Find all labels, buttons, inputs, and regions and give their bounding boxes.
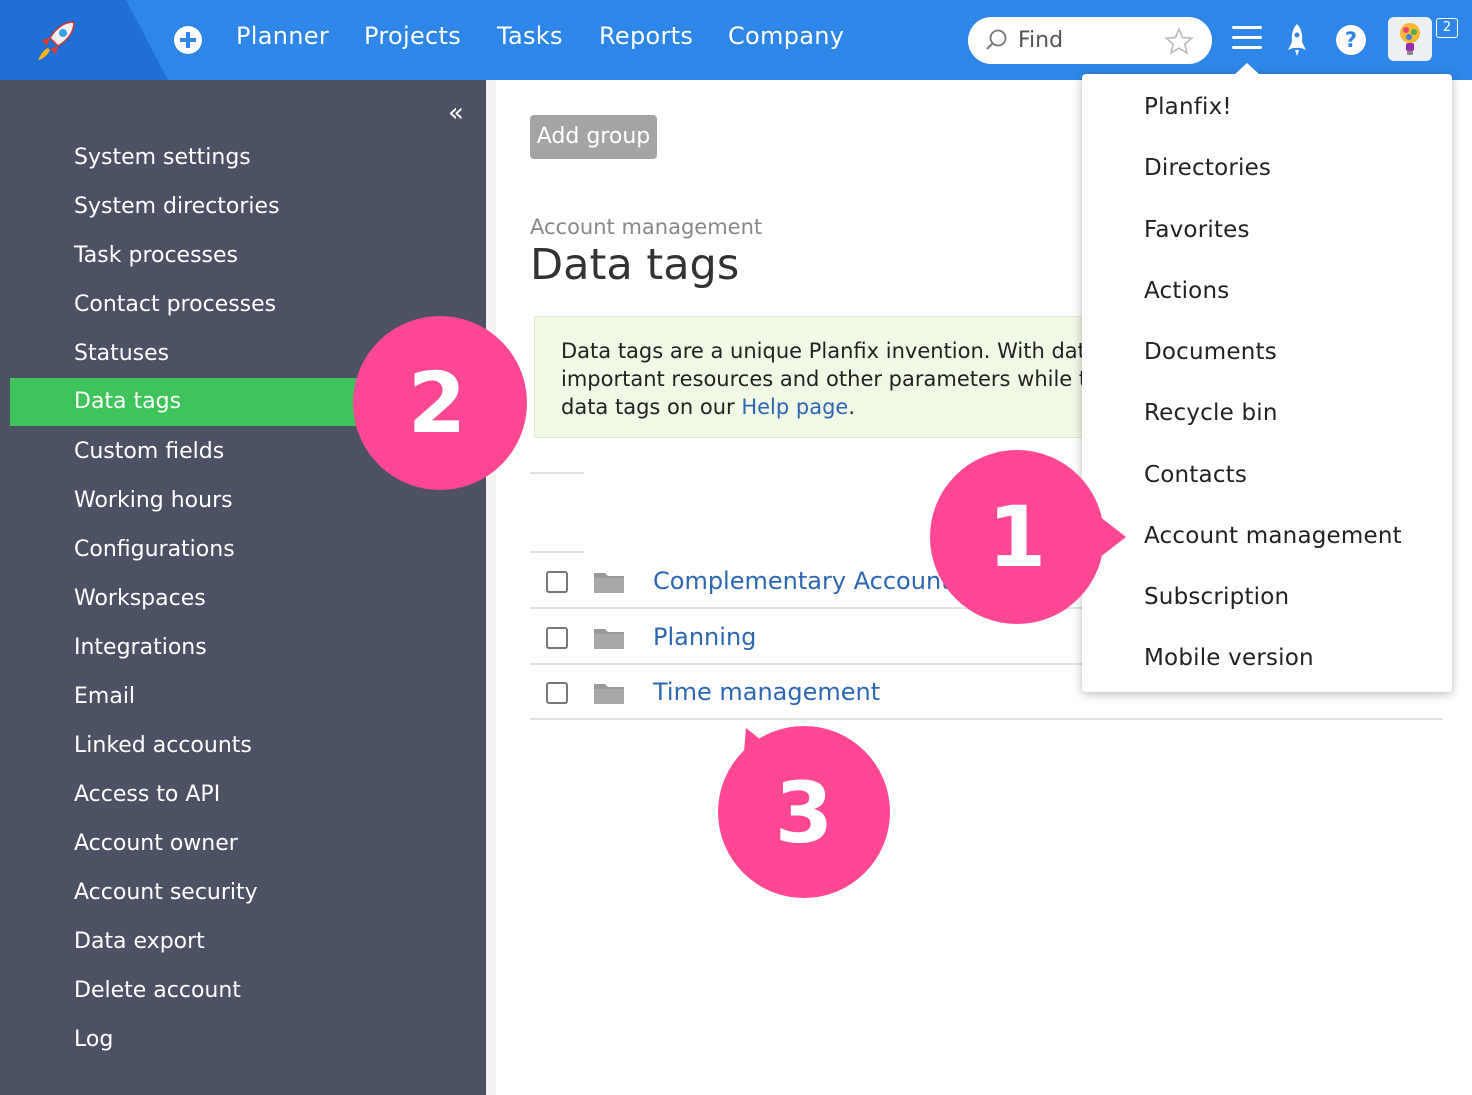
menu-item-favorites[interactable]: Favorites (1144, 217, 1250, 243)
nav-tasks[interactable]: Tasks (497, 22, 563, 50)
nav-planner[interactable]: Planner (236, 22, 329, 50)
callout-number: 2 (407, 354, 467, 452)
menu-item-contacts[interactable]: Contacts (1144, 462, 1247, 488)
add-group-button[interactable]: Add group (530, 115, 657, 159)
sidebar-item-email[interactable]: Email (10, 673, 486, 721)
nav-reports[interactable]: Reports (599, 22, 693, 50)
info-text-line: important resources and other parameters… (561, 367, 1088, 391)
group-name-link[interactable]: Planning (653, 623, 756, 651)
menu-item-account-management[interactable]: Account management (1144, 523, 1402, 549)
sidebar-item-linked-accounts[interactable]: Linked accounts (10, 722, 486, 770)
rocket-logo-icon[interactable] (34, 18, 82, 64)
info-banner: Data tags are a unique Planfix invention… (534, 316, 1094, 438)
folder-icon (594, 573, 624, 593)
info-text-prefix: data tags on our (561, 395, 742, 419)
sidebar-item-workspaces[interactable]: Workspaces (10, 575, 486, 623)
callout-number: 1 (987, 488, 1047, 586)
sidebar-item-integrations[interactable]: Integrations (10, 624, 486, 672)
collapse-sidebar-icon[interactable]: « (448, 100, 464, 126)
info-text-line: Data tags are a unique Planfix invention… (561, 339, 1086, 363)
search-icon (986, 29, 1007, 50)
page-title: Data tags (530, 240, 740, 290)
menu-item-mobile-version[interactable]: Mobile version (1144, 645, 1314, 671)
sidebar-item-delete-account[interactable]: Delete account (10, 967, 486, 1015)
folder-icon (594, 629, 624, 649)
info-text-suffix: . (848, 395, 856, 419)
group-name-link[interactable]: Time management (653, 678, 880, 706)
nav-projects[interactable]: Projects (364, 22, 461, 50)
info-text-line: data tags on our Help page. (561, 393, 1093, 421)
folder-icon (594, 684, 624, 704)
favorite-star-icon[interactable] (1164, 27, 1194, 55)
main-menu-dropdown: Planfix! Directories Favorites Actions D… (1082, 63, 1452, 692)
sidebar-item-system-directories[interactable]: System directories (10, 183, 486, 231)
row-checkbox[interactable] (546, 682, 568, 704)
avatar-icon (1400, 23, 1420, 55)
nav-company[interactable]: Company (728, 22, 844, 50)
menu-icon[interactable] (1232, 26, 1262, 52)
add-new-button[interactable] (174, 26, 202, 54)
help-page-link[interactable]: Help page (741, 395, 848, 419)
sidebar-item-task-processes[interactable]: Task processes (10, 232, 486, 280)
sidebar-item-account-owner[interactable]: Account owner (10, 820, 486, 868)
menu-item-subscription[interactable]: Subscription (1144, 584, 1289, 610)
rocket-icon[interactable] (1282, 22, 1312, 58)
menu-item-documents[interactable]: Documents (1144, 339, 1277, 365)
sidebar-item-system-settings[interactable]: System settings (10, 134, 486, 182)
menu-item-actions[interactable]: Actions (1144, 278, 1229, 304)
row-checkbox[interactable] (546, 627, 568, 649)
menu-item-directories[interactable]: Directories (1144, 155, 1271, 181)
breadcrumb[interactable]: Account management (530, 215, 762, 239)
help-button[interactable]: ? (1336, 25, 1366, 55)
callout-number: 3 (774, 764, 834, 862)
logo-area (0, 0, 168, 80)
menu-item-recycle-bin[interactable]: Recycle bin (1144, 400, 1278, 426)
sidebar-divider (486, 80, 496, 1095)
sidebar-item-log[interactable]: Log (10, 1016, 486, 1064)
sidebar-item-configurations[interactable]: Configurations (10, 526, 486, 574)
divider (530, 472, 584, 474)
row-checkbox[interactable] (546, 571, 568, 593)
menu-item-planfix[interactable]: Planfix! (1144, 94, 1232, 120)
search-input[interactable] (1018, 25, 1168, 55)
sidebar-item-account-security[interactable]: Account security (10, 869, 486, 917)
notification-count-badge[interactable]: 2 (1436, 18, 1458, 38)
search-box (968, 17, 1212, 64)
sidebar-item-access-to-api[interactable]: Access to API (10, 771, 486, 819)
sidebar-item-data-export[interactable]: Data export (10, 918, 486, 966)
avatar[interactable] (1388, 17, 1432, 61)
